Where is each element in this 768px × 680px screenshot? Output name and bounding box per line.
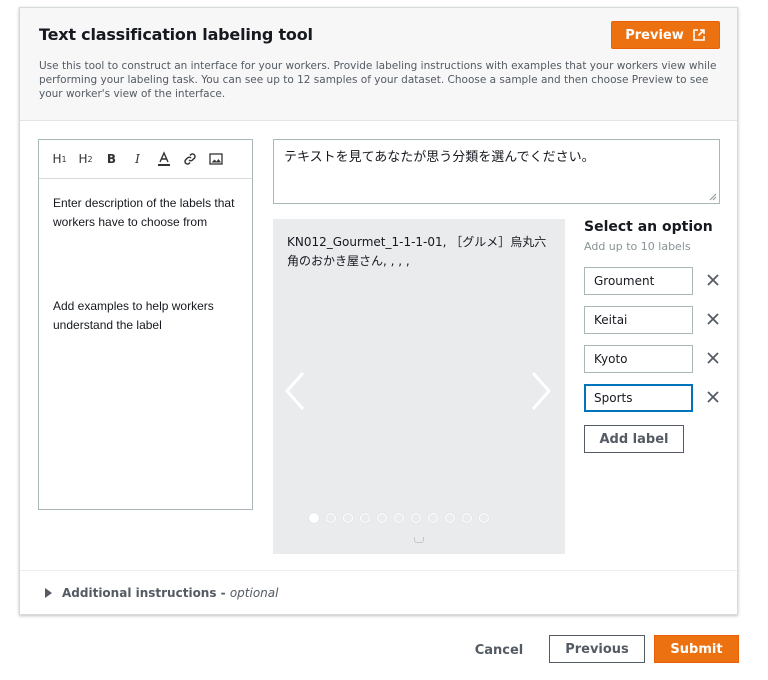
remove-label-icon[interactable] — [706, 312, 720, 326]
next-sample-arrow-icon[interactable] — [525, 369, 555, 413]
page-description: Use this tool to construct an interface … — [39, 60, 717, 100]
caret-right-icon — [45, 587, 52, 598]
previous-button[interactable]: Previous — [549, 635, 645, 663]
remove-label-icon[interactable] — [706, 390, 720, 404]
sample-carousel: KN012_Gourmet_1-1-1-01, ［グルメ］烏丸六角のおかき屋さん… — [273, 219, 565, 554]
carousel-dot[interactable] — [479, 513, 489, 523]
carousel-dot[interactable] — [462, 513, 472, 523]
label-input[interactable] — [584, 306, 693, 334]
label-row — [584, 345, 724, 373]
instruction-textarea[interactable]: テキストを見てあなたが思う分類を選んでください。 — [273, 139, 720, 204]
resize-handle-icon[interactable] — [709, 193, 717, 201]
instruction-text: テキストを見てあなたが思う分類を選んでください。 — [284, 150, 595, 165]
carousel-indicators — [309, 513, 489, 523]
bold-icon[interactable]: B — [103, 151, 120, 168]
label-input[interactable] — [584, 345, 693, 373]
preview-label: Preview — [625, 27, 684, 43]
italic-icon[interactable]: I — [129, 151, 146, 168]
page-title: Text classification labeling tool — [39, 25, 313, 44]
cancel-button[interactable]: Cancel — [466, 636, 532, 664]
options-title: Select an option — [584, 219, 713, 235]
carousel-dot[interactable] — [309, 513, 319, 523]
heading-1-icon[interactable]: H1 — [51, 151, 68, 168]
carousel-cursor-mark — [414, 537, 424, 543]
description-editor[interactable]: H1 H2 B I Enter description of the label… — [38, 139, 253, 510]
external-link-icon — [692, 29, 705, 41]
preview-button[interactable]: Preview — [611, 21, 720, 49]
options-subtitle: Add up to 10 labels — [584, 240, 691, 253]
remove-label-icon[interactable] — [706, 273, 720, 287]
optional-label: optional — [229, 585, 279, 600]
remove-label-icon[interactable] — [706, 351, 720, 365]
editor-paragraph-examples: Add examples to help workers understand … — [53, 299, 214, 332]
heading-2-icon[interactable]: H2 — [77, 151, 94, 168]
panel-header: Text classification labeling tool Previe… — [20, 8, 737, 121]
label-input[interactable] — [584, 384, 693, 412]
carousel-dot[interactable] — [377, 513, 387, 523]
additional-instructions-label: Additional instructions - — [62, 585, 226, 600]
label-row — [584, 267, 724, 295]
carousel-dot[interactable] — [360, 513, 370, 523]
labeling-tool-panel: Text classification labeling tool Previe… — [19, 7, 738, 615]
carousel-dot[interactable] — [343, 513, 353, 523]
sample-text: KN012_Gourmet_1-1-1-01, ［グルメ］烏丸六角のおかき屋さん… — [287, 235, 547, 268]
label-row — [584, 384, 724, 412]
editor-content[interactable]: Enter description of the labels that wor… — [39, 179, 252, 335]
link-icon[interactable] — [181, 151, 198, 168]
carousel-dot[interactable] — [428, 513, 438, 523]
label-input[interactable] — [584, 267, 693, 295]
submit-button[interactable]: Submit — [654, 635, 739, 663]
additional-instructions-toggle[interactable]: Additional instructions - optional — [20, 570, 737, 614]
image-icon[interactable] — [207, 151, 224, 168]
previous-sample-arrow-icon[interactable] — [281, 369, 311, 413]
carousel-dot[interactable] — [445, 513, 455, 523]
font-color-icon[interactable] — [155, 151, 172, 168]
carousel-dot[interactable] — [394, 513, 404, 523]
carousel-dot[interactable] — [326, 513, 336, 523]
add-label-button[interactable]: Add label — [584, 425, 684, 453]
carousel-dot[interactable] — [411, 513, 421, 523]
editor-toolbar: H1 H2 B I — [39, 140, 252, 179]
label-row — [584, 306, 724, 334]
editor-paragraph-labels: Enter description of the labels that wor… — [53, 196, 235, 229]
